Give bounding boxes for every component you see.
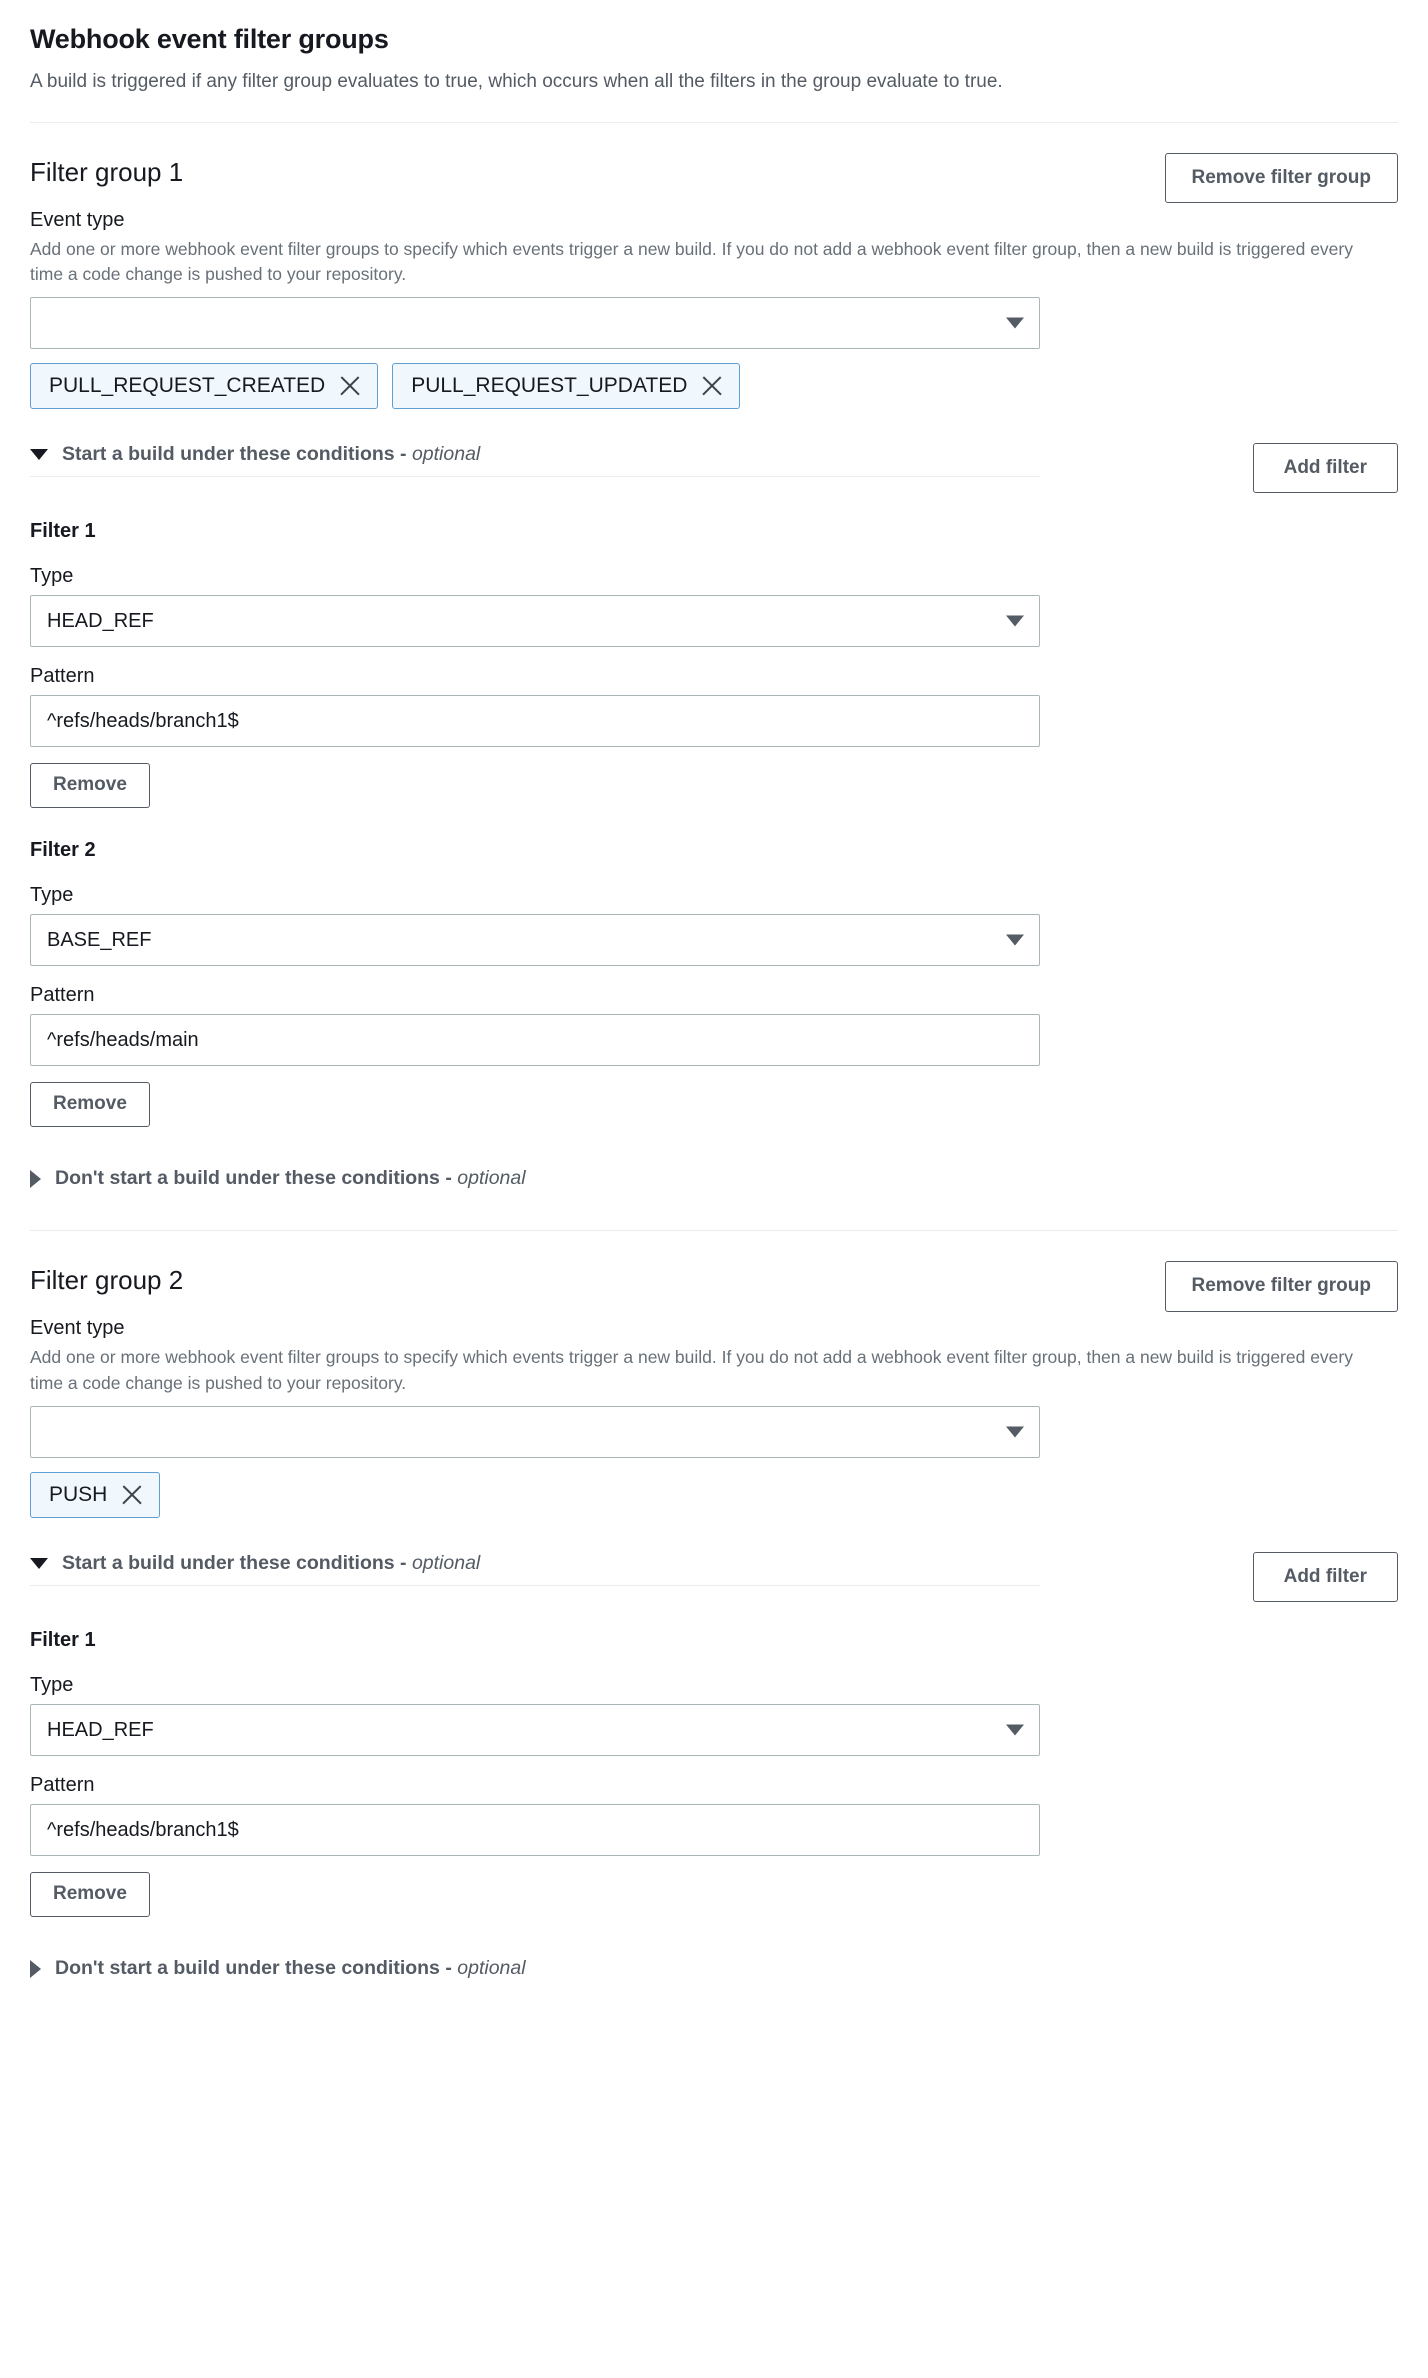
remove-filter-group-2-button[interactable]: Remove filter group <box>1164 1261 1398 1313</box>
webhook-filter-groups-page: Webhook event filter groups A build is t… <box>0 0 1428 2045</box>
start-build-section-1: Start a build under these conditions - o… <box>30 442 1398 494</box>
filter-1-type-field-g2: Type HEAD_REF <box>30 1672 1398 1757</box>
filter-1-heading-g2: Filter 1 <box>30 1629 96 1652</box>
filter-1-pattern-input-g1[interactable] <box>30 695 1040 748</box>
start-build-divider-2 <box>30 1584 1040 1586</box>
start-build-divider-1 <box>30 476 1040 478</box>
triangle-right-icon <box>30 1169 41 1188</box>
chip-label: PULL_REQUEST_UPDATED <box>411 374 688 398</box>
filter-1-pattern-field-g1: Pattern <box>30 663 1398 748</box>
close-icon[interactable] <box>701 375 723 397</box>
event-type-chips-2: PUSH <box>30 1472 1398 1518</box>
remove-filter-1-button-g2[interactable]: Remove <box>30 1872 150 1918</box>
triangle-right-icon <box>30 1959 41 1978</box>
filter-1-pattern-field-g2: Pattern <box>30 1772 1398 1857</box>
filter-1-type-select-g2[interactable]: HEAD_REF <box>30 1704 1040 1757</box>
filter-group-1: Filter group 1 Remove filter group Event… <box>0 123 1428 1232</box>
triangle-down-icon <box>30 1557 48 1569</box>
event-type-select-wrapper-2[interactable] <box>30 1406 1040 1459</box>
chip-label: PUSH <box>49 1483 108 1507</box>
filter-2-remove-wrap-g1: Remove <box>30 1082 1398 1128</box>
dont-start-build-expander-header-2[interactable]: Don't start a build under these conditio… <box>30 1957 1398 1992</box>
filter-group-2-header: Filter group 2 Remove filter group <box>30 1261 1398 1315</box>
filter-2-type-label-g1: Type <box>30 884 74 907</box>
page-description: A build is triggered if any filter group… <box>30 71 1003 93</box>
filter-1-remove-wrap-g2: Remove <box>30 1872 1398 1918</box>
add-filter-button-1[interactable]: Add filter <box>1252 442 1398 494</box>
remove-filter-1-button-g1[interactable]: Remove <box>30 763 150 809</box>
filter-2-heading-g1: Filter 2 <box>30 839 96 862</box>
start-build-expander-2: Start a build under these conditions - o… <box>30 1552 1040 1586</box>
filter-1-remove-wrap-g1: Remove <box>30 763 1398 809</box>
filter-2-pattern-field-g1: Pattern <box>30 982 1398 1067</box>
dont-start-build-section-1: Don't start a build under these conditio… <box>30 1167 1398 1206</box>
filter-1-type-select-wrapper-g1[interactable]: HEAD_REF <box>30 595 1040 648</box>
start-build-section-2: Start a build under these conditions - o… <box>30 1551 1398 1603</box>
remove-filter-group-1-button[interactable]: Remove filter group <box>1164 152 1398 204</box>
event-type-hint-2: Add one or more webhook event filter gro… <box>30 1347 1353 1393</box>
triangle-down-icon <box>30 448 48 460</box>
filter-1-type-select-g1[interactable]: HEAD_REF <box>30 595 1040 648</box>
close-icon[interactable] <box>339 375 361 397</box>
filter-1-block-g2: Filter 1 Type HEAD_REF Pattern Remove <box>30 1602 1398 1918</box>
filter-2-block-g1: Filter 2 Type BASE_REF Pattern Remove <box>30 808 1398 1128</box>
filter-group-1-title: Filter group 1 <box>30 156 184 187</box>
start-build-expander-label-2: Start a build under these conditions - o… <box>62 1551 481 1574</box>
event-type-select-1[interactable] <box>30 297 1040 350</box>
filter-1-type-select-wrapper-g2[interactable]: HEAD_REF <box>30 1704 1040 1757</box>
close-icon[interactable] <box>121 1484 143 1506</box>
dont-start-build-expander-label-1: Don't start a build under these conditio… <box>55 1167 526 1190</box>
event-type-chip[interactable]: PULL_REQUEST_CREATED <box>30 363 379 409</box>
filter-2-type-select-wrapper-g1[interactable]: BASE_REF <box>30 914 1040 967</box>
event-type-label-2: Event type <box>30 1317 125 1340</box>
add-filter-button-2[interactable]: Add filter <box>1252 1551 1398 1603</box>
start-build-expander-header-1[interactable]: Start a build under these conditions - o… <box>30 443 1040 476</box>
dont-start-build-section-2: Don't start a build under these conditio… <box>30 1957 1398 1996</box>
remove-filter-2-button-g1[interactable]: Remove <box>30 1082 150 1128</box>
event-type-label-1: Event type <box>30 208 125 231</box>
filter-1-pattern-input-g2[interactable] <box>30 1804 1040 1857</box>
chip-label: PULL_REQUEST_CREATED <box>49 374 326 398</box>
event-type-hint-1: Add one or more webhook event filter gro… <box>30 238 1353 285</box>
filter-group-2-title: Filter group 2 <box>30 1265 184 1296</box>
event-type-select-wrapper-1[interactable] <box>30 297 1040 350</box>
event-type-chip[interactable]: PULL_REQUEST_UPDATED <box>392 363 741 409</box>
filter-group-1-header: Filter group 1 Remove filter group <box>30 152 1398 207</box>
start-build-expander-label-1: Start a build under these conditions - o… <box>62 442 481 465</box>
page-header: Webhook event filter groups A build is t… <box>0 0 1428 123</box>
filter-1-pattern-label-g2: Pattern <box>30 1774 95 1797</box>
event-type-chips-1: PULL_REQUEST_CREATED PULL_REQUEST_UPDATE… <box>30 363 1398 409</box>
dont-start-build-expander-label-2: Don't start a build under these conditio… <box>55 1957 526 1980</box>
filter-2-pattern-input-g1[interactable] <box>30 1014 1040 1067</box>
filter-1-type-label-g1: Type <box>30 565 74 588</box>
filter-2-type-select-g1[interactable]: BASE_REF <box>30 914 1040 967</box>
event-type-select-2[interactable] <box>30 1406 1040 1459</box>
page-title: Webhook event filter groups <box>30 24 389 54</box>
start-build-expander-1: Start a build under these conditions - o… <box>30 443 1040 478</box>
filter-2-type-field-g1: Type BASE_REF <box>30 882 1398 967</box>
filter-1-pattern-label-g1: Pattern <box>30 665 95 688</box>
filter-1-type-field-g1: Type HEAD_REF <box>30 563 1398 648</box>
filter-group-2: Filter group 2 Remove filter group Event… <box>0 1231 1428 2044</box>
bottom-spacer <box>30 1997 1398 2045</box>
filter-1-heading-g1: Filter 1 <box>30 520 96 543</box>
filter-1-type-label-g2: Type <box>30 1674 74 1697</box>
event-type-chip[interactable]: PUSH <box>30 1472 161 1518</box>
dont-start-build-expander-header-1[interactable]: Don't start a build under these conditio… <box>30 1167 1398 1202</box>
filter-2-pattern-label-g1: Pattern <box>30 984 95 1007</box>
filter-1-block-g1: Filter 1 Type HEAD_REF Pattern Remove <box>30 493 1398 809</box>
start-build-expander-header-2[interactable]: Start a build under these conditions - o… <box>30 1552 1040 1585</box>
